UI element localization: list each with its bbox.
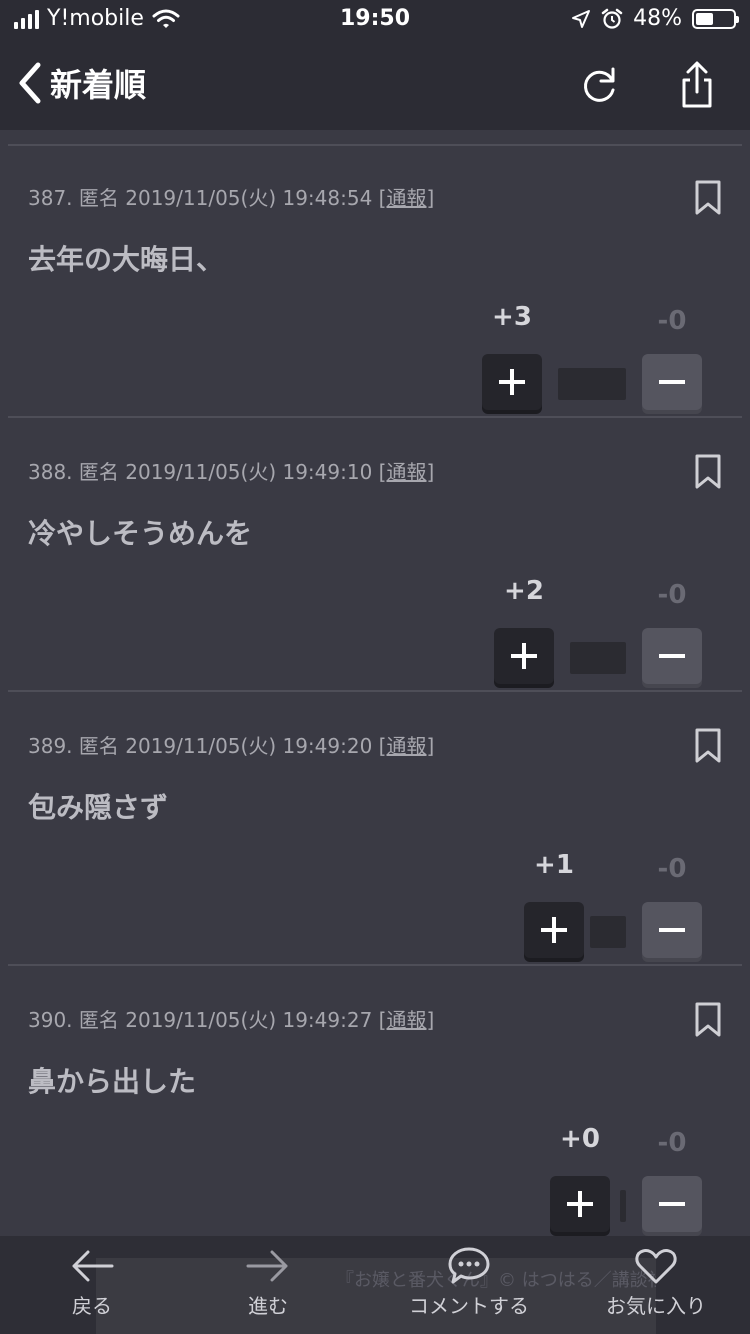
comment-datetime: 2019/11/05(火) 19:48:54 — [125, 186, 373, 210]
report-link[interactable]: [通報] — [379, 186, 435, 210]
plus-icon — [511, 643, 537, 669]
comment-meta: 387. 匿名 2019/11/05(火) 19:48:54 [通報] — [28, 182, 434, 211]
arrow-left-icon — [72, 1250, 114, 1282]
bookmark-icon[interactable] — [694, 180, 722, 216]
comment-number: 388. — [28, 460, 73, 484]
comment-author: 匿名 — [78, 186, 119, 210]
comment-item: 387. 匿名 2019/11/05(火) 19:48:54 [通報] 去年の大… — [8, 146, 742, 418]
battery-fill — [696, 12, 714, 25]
minus-count: -0 — [657, 580, 687, 610]
comment-number: 387. — [28, 186, 73, 210]
comment-number: 390. — [28, 1008, 73, 1032]
share-icon[interactable] — [672, 60, 722, 110]
report-link[interactable]: [通報] — [379, 460, 435, 484]
plus-button[interactable] — [550, 1176, 610, 1232]
minus-icon — [659, 1202, 685, 1206]
report-link[interactable]: [通報] — [379, 1008, 435, 1032]
minus-icon — [659, 928, 685, 932]
minus-button[interactable] — [642, 628, 702, 684]
plus-count: +3 — [492, 302, 532, 332]
tab-back[interactable]: 戻る — [22, 1246, 162, 1319]
minus-count: -0 — [657, 854, 687, 884]
comment-meta: 390. 匿名 2019/11/05(火) 19:49:27 [通報] — [28, 1004, 434, 1033]
plus-count: +1 — [534, 850, 574, 880]
tab-back-label: 戻る — [72, 1294, 112, 1318]
plus-icon — [567, 1191, 593, 1217]
vote-bar — [590, 916, 626, 948]
battery-icon — [692, 8, 739, 29]
status-right: 48% — [571, 6, 739, 31]
bookmark-icon[interactable] — [694, 1002, 722, 1038]
plus-button[interactable] — [524, 902, 584, 958]
minus-button[interactable] — [642, 902, 702, 958]
comment-datetime: 2019/11/05(火) 19:49:27 — [125, 1008, 373, 1032]
bookmark-icon[interactable] — [694, 454, 722, 490]
comment-item: 390. 匿名 2019/11/05(火) 19:49:27 [通報] 鼻から出… — [8, 968, 742, 1236]
tab-comment[interactable]: コメントする — [394, 1246, 544, 1319]
minus-button[interactable] — [642, 1176, 702, 1232]
tab-forward-label: 進む — [248, 1294, 288, 1318]
ad-banner[interactable]: 『お嬢と番犬くん』© はつはる／講談社 — [96, 1258, 656, 1334]
plus-button[interactable] — [494, 628, 554, 684]
report-link[interactable]: [通報] — [379, 734, 435, 758]
comment-meta: 388. 匿名 2019/11/05(火) 19:49:10 [通報] — [28, 456, 434, 485]
minus-count: -0 — [657, 306, 687, 336]
plus-icon — [541, 917, 567, 943]
minus-icon — [659, 654, 685, 658]
bookmark-icon[interactable] — [694, 728, 722, 764]
tab-forward[interactable]: 進む — [198, 1246, 338, 1319]
comment-datetime: 2019/11/05(火) 19:49:20 — [125, 734, 373, 758]
comment-number: 389. — [28, 734, 73, 758]
comment-text: 包み隠さず — [28, 791, 169, 824]
tab-bar: 『お嬢と番犬くん』© はつはる／講談社 戻る 進む コメントする お気に入り — [0, 1236, 750, 1334]
nav-bar: 新着順 — [0, 40, 750, 130]
back-button[interactable]: 新着順 — [16, 60, 146, 106]
comment-text: 冷やしそうめんを — [28, 517, 253, 550]
comment-author: 匿名 — [78, 460, 119, 484]
heart-icon — [635, 1249, 677, 1284]
comment-datetime: 2019/11/05(火) 19:49:10 — [125, 460, 373, 484]
reload-icon[interactable] — [574, 60, 624, 110]
vote-bar — [558, 368, 626, 400]
alarm-icon — [601, 8, 623, 29]
plus-count: +2 — [504, 576, 544, 606]
vote-bar — [620, 1190, 626, 1222]
tab-comment-label: コメントする — [409, 1294, 529, 1318]
comment-author: 匿名 — [78, 734, 119, 758]
comment-bubble-icon — [448, 1247, 490, 1284]
battery-percent: 48% — [633, 6, 682, 31]
vote-bar — [570, 642, 626, 674]
arrow-right-icon — [246, 1250, 288, 1282]
minus-button[interactable] — [642, 354, 702, 410]
location-icon — [572, 9, 591, 28]
tab-favorite[interactable]: お気に入り — [586, 1246, 726, 1319]
comment-item: 389. 匿名 2019/11/05(火) 19:49:20 [通報] 包み隠さ… — [8, 694, 742, 966]
minus-icon — [659, 380, 685, 384]
comment-text: 去年の大晦日、 — [28, 243, 225, 276]
plus-button[interactable] — [482, 354, 542, 410]
back-label: 新着順 — [50, 66, 147, 104]
comment-text: 鼻から出した — [28, 1065, 197, 1098]
plus-icon — [499, 369, 525, 395]
plus-count: +0 — [560, 1124, 600, 1154]
comment-meta: 389. 匿名 2019/11/05(火) 19:49:20 [通報] — [28, 730, 434, 759]
tab-favorite-label: お気に入り — [606, 1294, 706, 1318]
chevron-left-icon — [19, 62, 41, 104]
comment-item: 388. 匿名 2019/11/05(火) 19:49:10 [通報] 冷やしそ… — [8, 420, 742, 692]
minus-count: -0 — [657, 1128, 687, 1158]
comment-author: 匿名 — [78, 1008, 119, 1032]
status-bar: Y!mobile 19:50 48% — [0, 0, 750, 40]
comment-list: 387. 匿名 2019/11/05(火) 19:48:54 [通報] 去年の大… — [0, 130, 750, 1236]
